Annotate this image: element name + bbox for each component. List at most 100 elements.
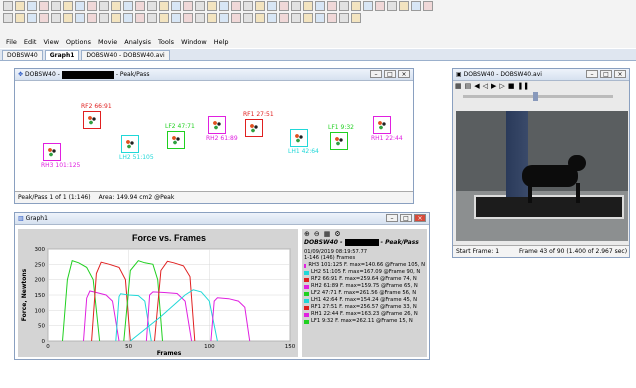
toolbar-tool-icon[interactable] <box>339 13 349 23</box>
graph-minimize-button[interactable]: – <box>386 214 398 222</box>
pause-icon[interactable]: ❚❚ <box>517 82 529 92</box>
grid-icon[interactable]: ▦ <box>324 230 331 238</box>
toolbar-tool-icon[interactable] <box>87 13 97 23</box>
toolbar-tool-icon[interactable] <box>279 1 289 11</box>
toolbar-tool-icon[interactable] <box>327 13 337 23</box>
toolbar-tool-icon[interactable] <box>243 13 253 23</box>
toolbar-tool-icon[interactable] <box>27 1 37 11</box>
video-slider[interactable] <box>463 92 613 101</box>
video-close-button[interactable]: × <box>614 70 626 78</box>
minimize-button[interactable]: – <box>370 70 382 78</box>
toolbar-tool-icon[interactable] <box>183 1 193 11</box>
toolbar-tool-icon[interactable] <box>195 13 205 23</box>
toolbar-tool-icon[interactable] <box>147 13 157 23</box>
toolbar-tool-icon[interactable] <box>99 1 109 11</box>
toolbar-tool-icon[interactable] <box>303 1 313 11</box>
footprint-marker[interactable] <box>167 131 185 149</box>
toolbar-tool-icon[interactable] <box>15 13 25 23</box>
toolbar-tool-icon[interactable] <box>135 13 145 23</box>
toolbar-tool-icon[interactable] <box>171 1 181 11</box>
toolbar-tool-icon[interactable] <box>123 13 133 23</box>
play-icon[interactable]: ▶ <box>491 82 496 92</box>
step-forward-icon[interactable]: ▷ <box>499 82 504 92</box>
footprint-marker[interactable] <box>121 135 139 153</box>
menu-view[interactable]: View <box>43 38 58 46</box>
menu-tools[interactable]: Tools <box>158 38 174 46</box>
menu-window[interactable]: Window <box>181 38 207 46</box>
zoom-in-icon[interactable]: ⊕ <box>304 230 310 238</box>
menu-movie[interactable]: Movie <box>98 38 117 46</box>
footprint-marker[interactable] <box>373 116 391 134</box>
toolbar-tool-icon[interactable] <box>387 1 397 11</box>
graph-maximize-button[interactable]: □ <box>400 214 412 222</box>
maximize-button[interactable]: □ <box>384 70 396 78</box>
menu-help[interactable]: Help <box>214 38 229 46</box>
toolbar-tool-icon[interactable] <box>159 13 169 23</box>
toolbar-tool-icon[interactable] <box>99 13 109 23</box>
toolbar-tool-icon[interactable] <box>39 1 49 11</box>
video-maximize-button[interactable]: □ <box>600 70 612 78</box>
toolbar-tool-icon[interactable] <box>219 1 229 11</box>
toolbar-tool-icon[interactable] <box>291 1 301 11</box>
toolbar-tool-icon[interactable] <box>87 1 97 11</box>
footprint-marker[interactable] <box>290 129 308 147</box>
toolbar-tool-icon[interactable] <box>399 1 409 11</box>
rewind-icon[interactable]: ◀ <box>474 82 479 92</box>
toolbar-tool-icon[interactable] <box>135 1 145 11</box>
footprint-marker[interactable] <box>208 116 226 134</box>
footprint-marker[interactable] <box>43 143 61 161</box>
menu-analysis[interactable]: Analysis <box>124 38 151 46</box>
toolbar-tool-icon[interactable] <box>75 1 85 11</box>
toolbar-tool-icon[interactable] <box>51 1 61 11</box>
close-button[interactable]: × <box>398 70 410 78</box>
toolbar-tool-icon[interactable] <box>123 1 133 11</box>
toolbar-tool-icon[interactable] <box>51 13 61 23</box>
save-icon[interactable]: ▦ <box>455 82 462 92</box>
footprint-marker[interactable] <box>83 111 101 129</box>
toolbar-tool-icon[interactable] <box>207 13 217 23</box>
toolbar-tool-icon[interactable] <box>291 13 301 23</box>
toolbar-tool-icon[interactable] <box>303 13 313 23</box>
toolbar-tool-icon[interactable] <box>111 1 121 11</box>
menu-file[interactable]: File <box>6 38 17 46</box>
copy-icon[interactable]: ▤ <box>465 82 472 92</box>
menu-edit[interactable]: Edit <box>24 38 37 46</box>
toolbar-tool-icon[interactable] <box>39 13 49 23</box>
toolbar-tool-icon[interactable] <box>231 13 241 23</box>
toolbar-tool-icon[interactable] <box>219 13 229 23</box>
toolbar-tool-icon[interactable] <box>255 13 265 23</box>
toolbar-tool-icon[interactable] <box>63 1 73 11</box>
toolbar-tool-icon[interactable] <box>339 1 349 11</box>
toolbar-tool-icon[interactable] <box>279 13 289 23</box>
toolbar-tool-icon[interactable] <box>411 1 421 11</box>
toolbar-tool-icon[interactable] <box>315 1 325 11</box>
toolbar-tool-icon[interactable] <box>363 1 373 11</box>
footprint-marker[interactable] <box>330 132 348 150</box>
graph-window-titlebar[interactable]: ▥ Graph1 – □ × <box>15 213 429 225</box>
toolbar-tool-icon[interactable] <box>75 13 85 23</box>
toolbar-tool-icon[interactable] <box>243 1 253 11</box>
settings-icon[interactable]: ⚙ <box>334 230 340 238</box>
toolbar-tool-icon[interactable] <box>327 1 337 11</box>
step-back-icon[interactable]: ◁ <box>483 82 488 92</box>
toolbar-tool-icon[interactable] <box>195 1 205 11</box>
toolbar-tool-icon[interactable] <box>3 1 13 11</box>
tab-dobsw40-avi[interactable]: DOBSW40 - DOBSW40.avi <box>81 50 170 60</box>
toolbar-tool-icon[interactable] <box>375 1 385 11</box>
toolbar-tool-icon[interactable] <box>171 13 181 23</box>
graph-close-button[interactable]: × <box>414 214 426 222</box>
toolbar-tool-icon[interactable] <box>231 1 241 11</box>
toolbar-tool-icon[interactable] <box>147 1 157 11</box>
zoom-out-icon[interactable]: ⊖ <box>314 230 320 238</box>
toolbar-tool-icon[interactable] <box>315 13 325 23</box>
toolbar-tool-icon[interactable] <box>159 1 169 11</box>
toolbar-tool-icon[interactable] <box>351 13 361 23</box>
toolbar-tool-icon[interactable] <box>183 13 193 23</box>
toolbar-tool-icon[interactable] <box>423 1 433 11</box>
menu-options[interactable]: Options <box>66 38 91 46</box>
video-minimize-button[interactable]: – <box>586 70 598 78</box>
peak-window-titlebar[interactable]: ✥ DOBSW40 - - Peak/Pass – □ × <box>15 69 413 81</box>
toolbar-tool-icon[interactable] <box>111 13 121 23</box>
video-window-titlebar[interactable]: ▣ DOBSW40 - DOBSW40.avi – □ × <box>453 69 629 81</box>
tab-graph1[interactable]: Graph1 <box>44 50 80 60</box>
